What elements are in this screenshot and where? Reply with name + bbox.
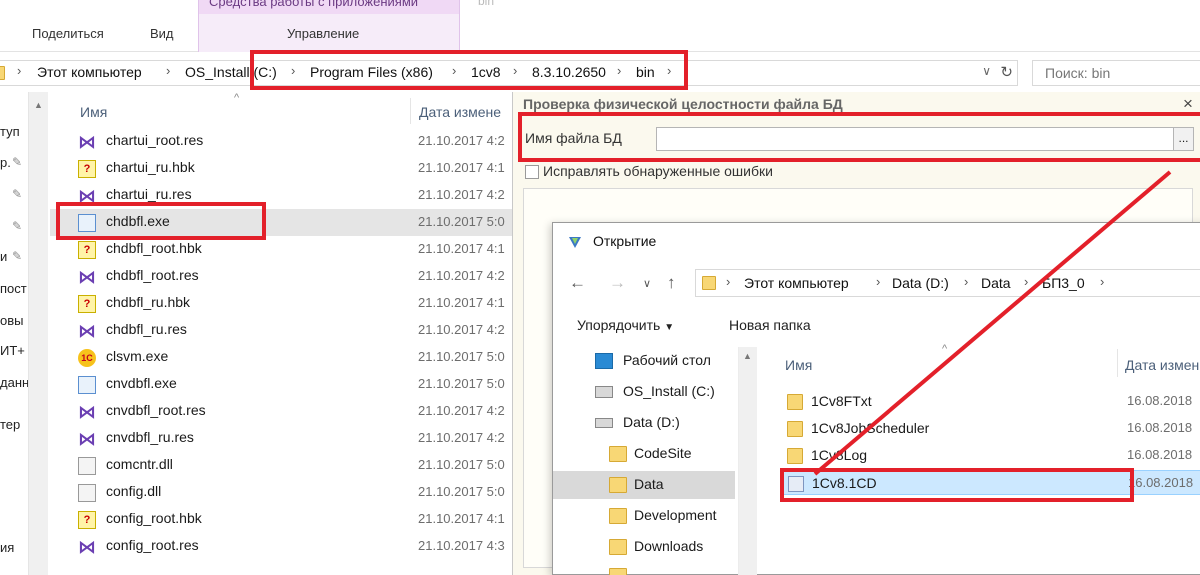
annotation-arrow xyxy=(813,170,1172,476)
annotation-line xyxy=(813,170,1172,476)
